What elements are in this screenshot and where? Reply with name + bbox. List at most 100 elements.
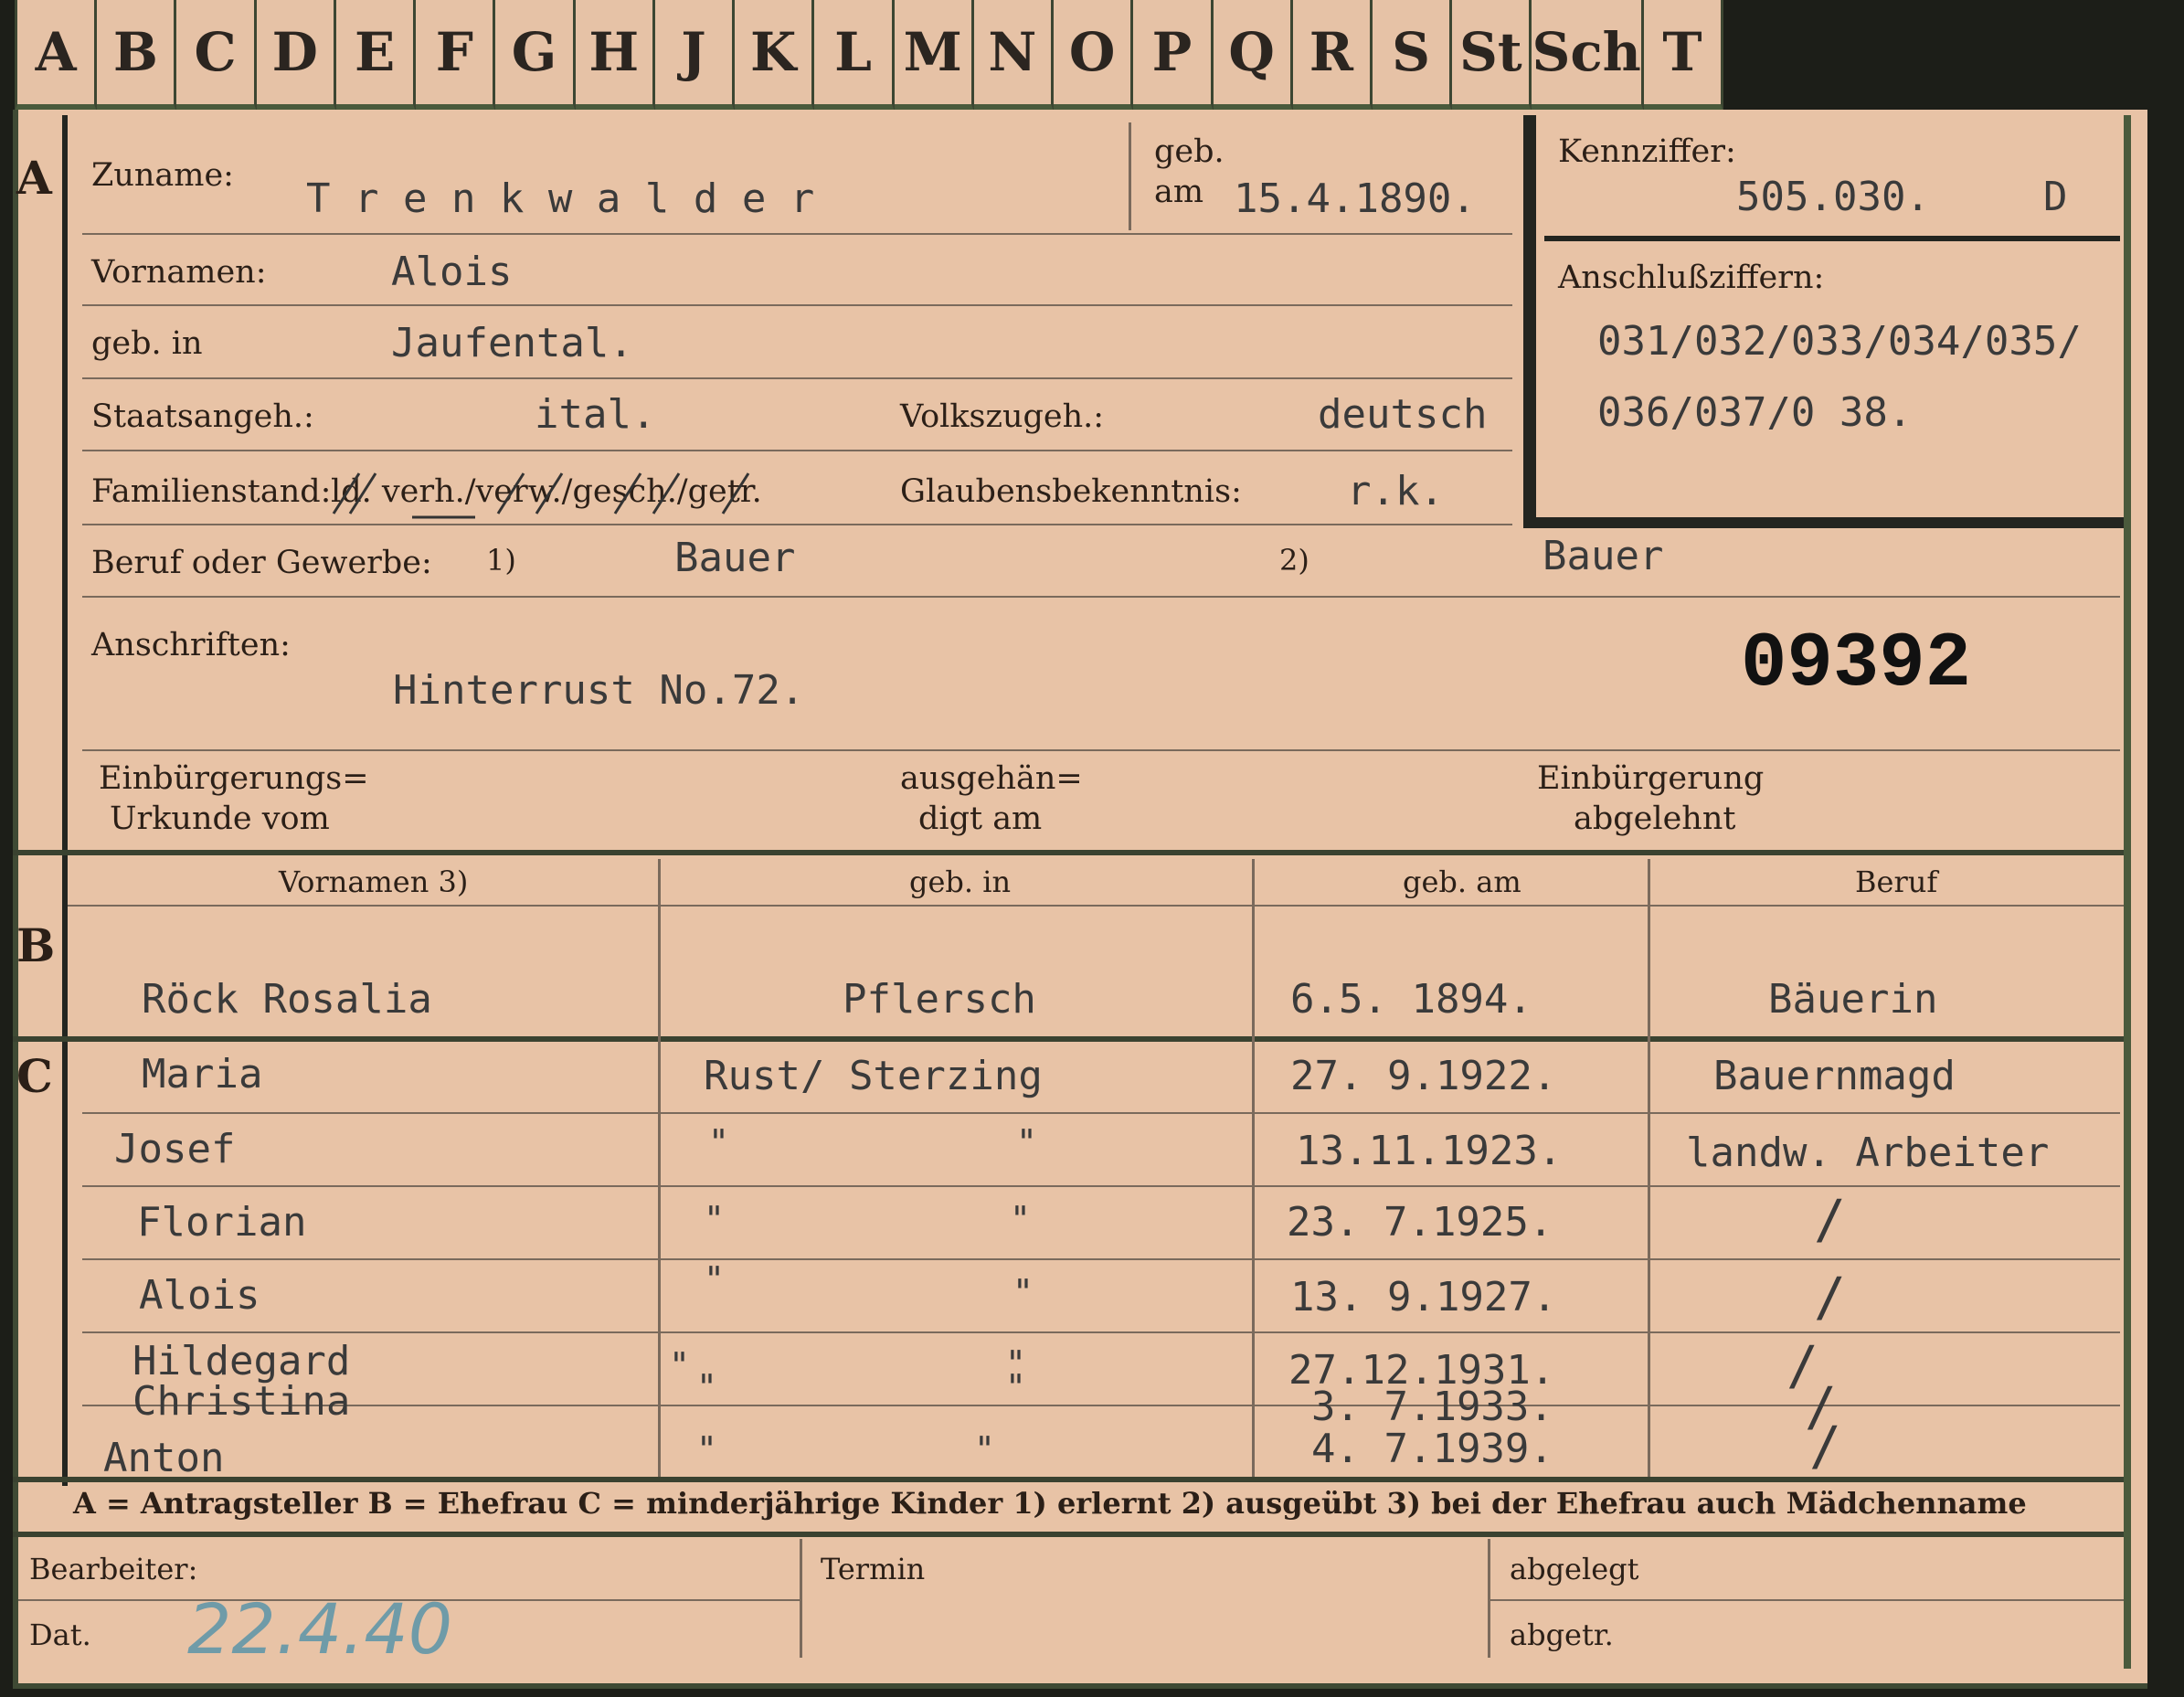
abgelegt-label: abgelegt xyxy=(1510,1552,1639,1586)
geb-in-value: Jaufental. xyxy=(391,320,633,366)
rule xyxy=(82,1112,2120,1114)
legend-bottom-rule xyxy=(13,1532,2126,1537)
einbuergerung-abgelehnt-label-2: abgelehnt xyxy=(1574,801,1736,837)
footer-divider xyxy=(800,1539,802,1658)
geb-label: geb. xyxy=(1154,133,1225,170)
index-tab: J xyxy=(654,0,736,111)
child-beruf: / xyxy=(1814,1188,1846,1250)
index-tab: St xyxy=(1452,0,1532,111)
termin-label: Termin xyxy=(821,1552,926,1586)
rule xyxy=(82,596,2120,598)
zuname-label: Zuname: xyxy=(91,157,234,194)
anschrift-value: Hinterrust No.72. xyxy=(393,667,805,714)
child-beruf: landw. Arbeiter xyxy=(1686,1130,2050,1176)
child-geb-am: 13.11.1923. xyxy=(1296,1128,1563,1174)
index-tab: B xyxy=(97,0,177,111)
index-tab: F xyxy=(416,0,496,111)
glaubensbekenntnis-label: Glaubensbekenntnis: xyxy=(900,473,1242,510)
rule xyxy=(82,233,1512,235)
familienstand-label: Familienstand: xyxy=(91,473,332,510)
child-name: Alois xyxy=(139,1272,260,1319)
rule xyxy=(68,905,2124,907)
rule xyxy=(82,1331,2120,1333)
ditto-mark: " xyxy=(1010,1199,1031,1239)
child-name: Christina xyxy=(133,1378,351,1425)
index-tab: L xyxy=(814,0,895,111)
column-divider xyxy=(658,859,661,1480)
child-geb-am: 3. 7.1933. xyxy=(1311,1384,1553,1430)
child-geb-in: Rust/ Sterzing xyxy=(704,1053,1043,1099)
left-border xyxy=(62,115,68,1486)
ditto-mark: " xyxy=(696,1367,717,1407)
index-tab: T xyxy=(1643,0,1724,111)
column-divider xyxy=(1252,859,1255,1480)
kennziffer-value: 505.030. xyxy=(1736,174,1930,220)
anschlussziffern-line-2: 036/037/0 38. xyxy=(1597,389,1913,436)
ditto-mark: " xyxy=(696,1429,717,1469)
geb-in-label: geb. in xyxy=(91,325,203,362)
rule xyxy=(82,749,2120,751)
vornamen-value: Alois xyxy=(391,249,513,295)
index-tab: A xyxy=(15,0,98,111)
volkszugeh-label: Volkszugeh.: xyxy=(900,398,1105,435)
col-header-beruf: Beruf xyxy=(1855,864,1938,899)
child-name: Josef xyxy=(114,1126,236,1172)
beruf-1-value: Bauer xyxy=(674,535,796,581)
index-tab: Sch xyxy=(1532,0,1644,111)
rule xyxy=(1490,1599,2125,1601)
bearbeiter-label: Bearbeiter: xyxy=(29,1552,198,1586)
rule xyxy=(82,304,1512,306)
index-tab: H xyxy=(575,0,655,111)
col-header-geb-in: geb. in xyxy=(909,864,1012,899)
rule xyxy=(82,377,1512,379)
index-tab: N xyxy=(973,0,1055,111)
dat-label: Dat. xyxy=(29,1617,91,1652)
einbuergerung-abgelehnt-label-1: Einbürgerung xyxy=(1537,760,1765,797)
spouse-name: Röck Rosalia xyxy=(142,976,432,1023)
beruf-1-mark: 1) xyxy=(486,543,516,578)
rule xyxy=(82,450,1512,451)
index-tab: G xyxy=(495,0,576,111)
ditto-mark: " xyxy=(1005,1367,1026,1407)
child-geb-am: 4. 7.1939. xyxy=(1311,1426,1553,1472)
staatsangeh-value: ital. xyxy=(535,391,656,438)
ausgehaendigt-label-2: digt am xyxy=(918,801,1043,837)
index-tab: D xyxy=(256,0,336,111)
staatsangeh-label: Staatsangeh.: xyxy=(91,398,314,435)
section-divider xyxy=(13,1036,2126,1042)
legend: A = Antragsteller B = Ehefrau C = minder… xyxy=(73,1486,2027,1521)
vornamen-label: Vornamen: xyxy=(91,254,267,291)
index-tab: R xyxy=(1292,0,1373,111)
child-name: Maria xyxy=(142,1051,263,1098)
anschriften-label: Anschriften: xyxy=(91,627,291,663)
beruf-label: Beruf oder Gewerbe: xyxy=(91,545,432,581)
index-tab: Q xyxy=(1213,0,1293,111)
rule xyxy=(82,1258,2120,1260)
ditto-mark: " xyxy=(669,1345,690,1385)
ditto-mark: " xyxy=(1016,1122,1037,1162)
index-tab: M xyxy=(894,0,974,111)
child-name: Anton xyxy=(103,1435,225,1481)
beruf-2-mark: 2) xyxy=(1279,543,1309,578)
glaubensbekenntnis-value: r.k. xyxy=(1347,468,1444,514)
child-beruf: / xyxy=(1809,1415,1841,1477)
kennziffer-label: Kennziffer: xyxy=(1558,133,1736,170)
file-number: 09392 xyxy=(1741,621,1972,708)
child-beruf: Bauernmagd xyxy=(1713,1053,1956,1099)
rule xyxy=(82,1185,2120,1187)
volkszugeh-value: deutsch xyxy=(1318,391,1488,438)
ditto-mark: " xyxy=(974,1429,995,1469)
spouse-geb-am: 6.5. 1894. xyxy=(1290,976,1532,1023)
child-geb-am: 13. 9.1927. xyxy=(1290,1274,1557,1320)
index-tab: O xyxy=(1054,0,1134,111)
index-tab: E xyxy=(335,0,417,111)
kennziffer-box-left xyxy=(1523,115,1536,528)
einbuergerungs-urkunde-label-1: Einbürgerungs= xyxy=(99,760,369,797)
index-tab: S xyxy=(1372,0,1453,111)
familienstand-strikes xyxy=(332,472,750,519)
legend-top-rule xyxy=(13,1477,2126,1482)
spouse-geb-in: Pflersch xyxy=(843,976,1036,1023)
kennziffer-box-bottom xyxy=(1523,517,2126,528)
ditto-mark: " xyxy=(704,1259,725,1299)
child-beruf: / xyxy=(1814,1266,1846,1328)
